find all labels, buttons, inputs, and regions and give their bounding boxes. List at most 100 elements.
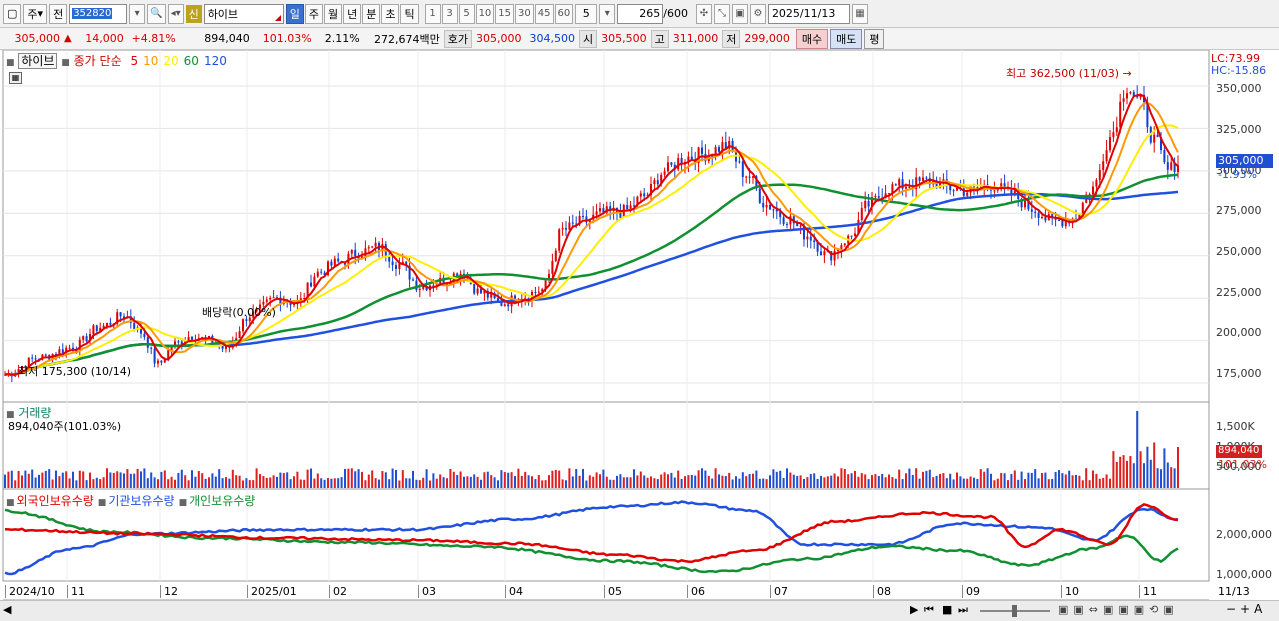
- crosshair-icon[interactable]: ✣: [695, 3, 712, 24]
- volume-bar: [775, 471, 778, 488]
- search-icon[interactable]: 🔍: [147, 3, 166, 24]
- stop-icon[interactable]: ■: [942, 603, 952, 616]
- candle-body: [1153, 134, 1156, 143]
- zoom-slider-handle[interactable]: [1012, 605, 1017, 617]
- volume-bar: [796, 476, 799, 488]
- table-icon[interactable]: ▦: [9, 72, 22, 84]
- volume-bar: [85, 480, 88, 488]
- interval-tab[interactable]: 30: [515, 3, 534, 24]
- high-annotation-text: 최고 362,500 (11/03): [1006, 67, 1120, 80]
- save-icon[interactable]: ▣: [731, 3, 748, 24]
- volume-bar: [962, 478, 965, 488]
- interval-tab[interactable]: 15: [495, 3, 515, 24]
- window-icon[interactable]: ▢: [3, 3, 22, 24]
- volume-bar: [459, 471, 462, 488]
- chart-canvas[interactable]: [0, 49, 1279, 601]
- ma-period-label[interactable]: 10: [143, 54, 158, 68]
- sell-button[interactable]: 매도: [830, 28, 863, 49]
- period-tabs: 일주월년분초틱: [285, 3, 419, 24]
- last-page-icon[interactable]: ⏭: [958, 603, 968, 617]
- volume-bar: [388, 479, 391, 488]
- period-tab[interactable]: 초: [381, 3, 400, 24]
- period-tab[interactable]: 틱: [400, 3, 419, 24]
- volume-bar: [411, 470, 415, 488]
- holding-series-label[interactable]: 외국인보유수량: [17, 494, 94, 508]
- interval-tab[interactable]: 45: [534, 3, 554, 24]
- interval-tab[interactable]: 10: [475, 3, 495, 24]
- volume-bar: [1040, 472, 1044, 488]
- candle-body: [762, 202, 765, 208]
- volume-bar: [853, 470, 857, 488]
- tools-icon[interactable]: ⤡: [713, 3, 730, 24]
- scroll-left-icon[interactable]: ◀: [3, 603, 11, 616]
- interval-tab[interactable]: 1: [424, 3, 441, 24]
- candle-body: [394, 265, 398, 269]
- candle-body: [894, 184, 897, 186]
- ma-period-label[interactable]: 5: [130, 54, 138, 68]
- prev-button[interactable]: 전: [49, 3, 68, 24]
- period-tab[interactable]: 일: [285, 3, 304, 24]
- interval-dropdown-icon[interactable]: ▾: [599, 3, 616, 24]
- stock-name-field[interactable]: 하이브: [203, 3, 284, 24]
- volume-bar: [173, 479, 177, 488]
- ma-period-label[interactable]: 120: [204, 54, 227, 68]
- first-page-icon[interactable]: ⏮: [924, 603, 934, 617]
- volume-bar: [813, 473, 816, 488]
- scroll-right-icon[interactable]: ▶: [910, 603, 918, 616]
- volume-bar: [904, 473, 908, 488]
- period-main-select[interactable]: 주 ▾: [23, 3, 48, 24]
- volume-bar: [554, 469, 557, 488]
- calendar-icon[interactable]: ▦: [851, 3, 868, 24]
- interval-tab[interactable]: 5: [458, 3, 475, 24]
- volume-bar: [469, 476, 472, 488]
- count-input[interactable]: 265: [617, 3, 664, 24]
- stock-code-input[interactable]: 352820: [69, 3, 128, 24]
- interval-tab[interactable]: 3: [441, 3, 458, 24]
- x-axis-label: 03: [418, 585, 436, 598]
- chart-tool-icons[interactable]: ▣▣⇔▣▣▣⟲▣: [1058, 603, 1179, 616]
- volume-bar: [391, 468, 394, 488]
- x-axis-label: 2024/10: [5, 585, 55, 598]
- x-axis-label: 06: [687, 585, 705, 598]
- interval-tab[interactable]: 60: [554, 3, 574, 24]
- candle-body: [908, 186, 911, 188]
- average-button[interactable]: 평: [864, 28, 885, 49]
- volume-bar: [136, 468, 139, 488]
- volume-bar: [734, 476, 738, 488]
- volume-bar: [493, 477, 496, 488]
- ma-period-label[interactable]: 60: [184, 54, 199, 68]
- bottom-bar: ◀ ▶ ⏮ ■ ⏭ ▣▣⇔▣▣▣⟲▣ −+A: [0, 600, 1279, 621]
- period-tab[interactable]: 분: [362, 3, 381, 24]
- period-tab[interactable]: 년: [343, 3, 362, 24]
- ma-period-label[interactable]: 20: [163, 54, 178, 68]
- up-triangle-icon: ▲: [64, 33, 72, 44]
- volume-bar: [918, 478, 921, 488]
- custom-interval[interactable]: 5: [575, 3, 598, 24]
- volume-bar: [1098, 478, 1101, 488]
- candle-body: [1170, 162, 1173, 170]
- volume-bar: [731, 479, 734, 488]
- volume-bar: [656, 479, 659, 488]
- stock-legend-label[interactable]: 하이브: [18, 53, 58, 69]
- volume-bar: [258, 474, 262, 488]
- candle-body: [1034, 211, 1037, 213]
- buy-button[interactable]: 매수: [795, 28, 829, 49]
- zoom-icons[interactable]: −+A: [1226, 602, 1266, 616]
- volume-bar: [422, 477, 425, 488]
- holding-series-label[interactable]: 개인보유수량: [189, 494, 255, 508]
- volume-bar: [1129, 456, 1132, 488]
- date-input[interactable]: 2025/11/13: [767, 3, 850, 24]
- period-tab[interactable]: 월: [323, 3, 343, 24]
- volume-bar: [442, 477, 445, 488]
- candle-body: [146, 337, 149, 348]
- count-value: 265: [639, 7, 661, 20]
- candle-body: [643, 193, 646, 197]
- gear-icon[interactable]: ⚙: [749, 3, 766, 24]
- volume-bar: [568, 468, 571, 488]
- holding-series-label[interactable]: 기관보유수량: [108, 494, 174, 508]
- ma-title[interactable]: 종가 단순: [74, 54, 122, 68]
- period-tab[interactable]: 주: [304, 3, 323, 24]
- code-dropdown-icon[interactable]: ▾: [129, 3, 146, 24]
- volume-bar: [187, 480, 190, 488]
- speaker-icon[interactable]: ◂▾: [167, 3, 184, 24]
